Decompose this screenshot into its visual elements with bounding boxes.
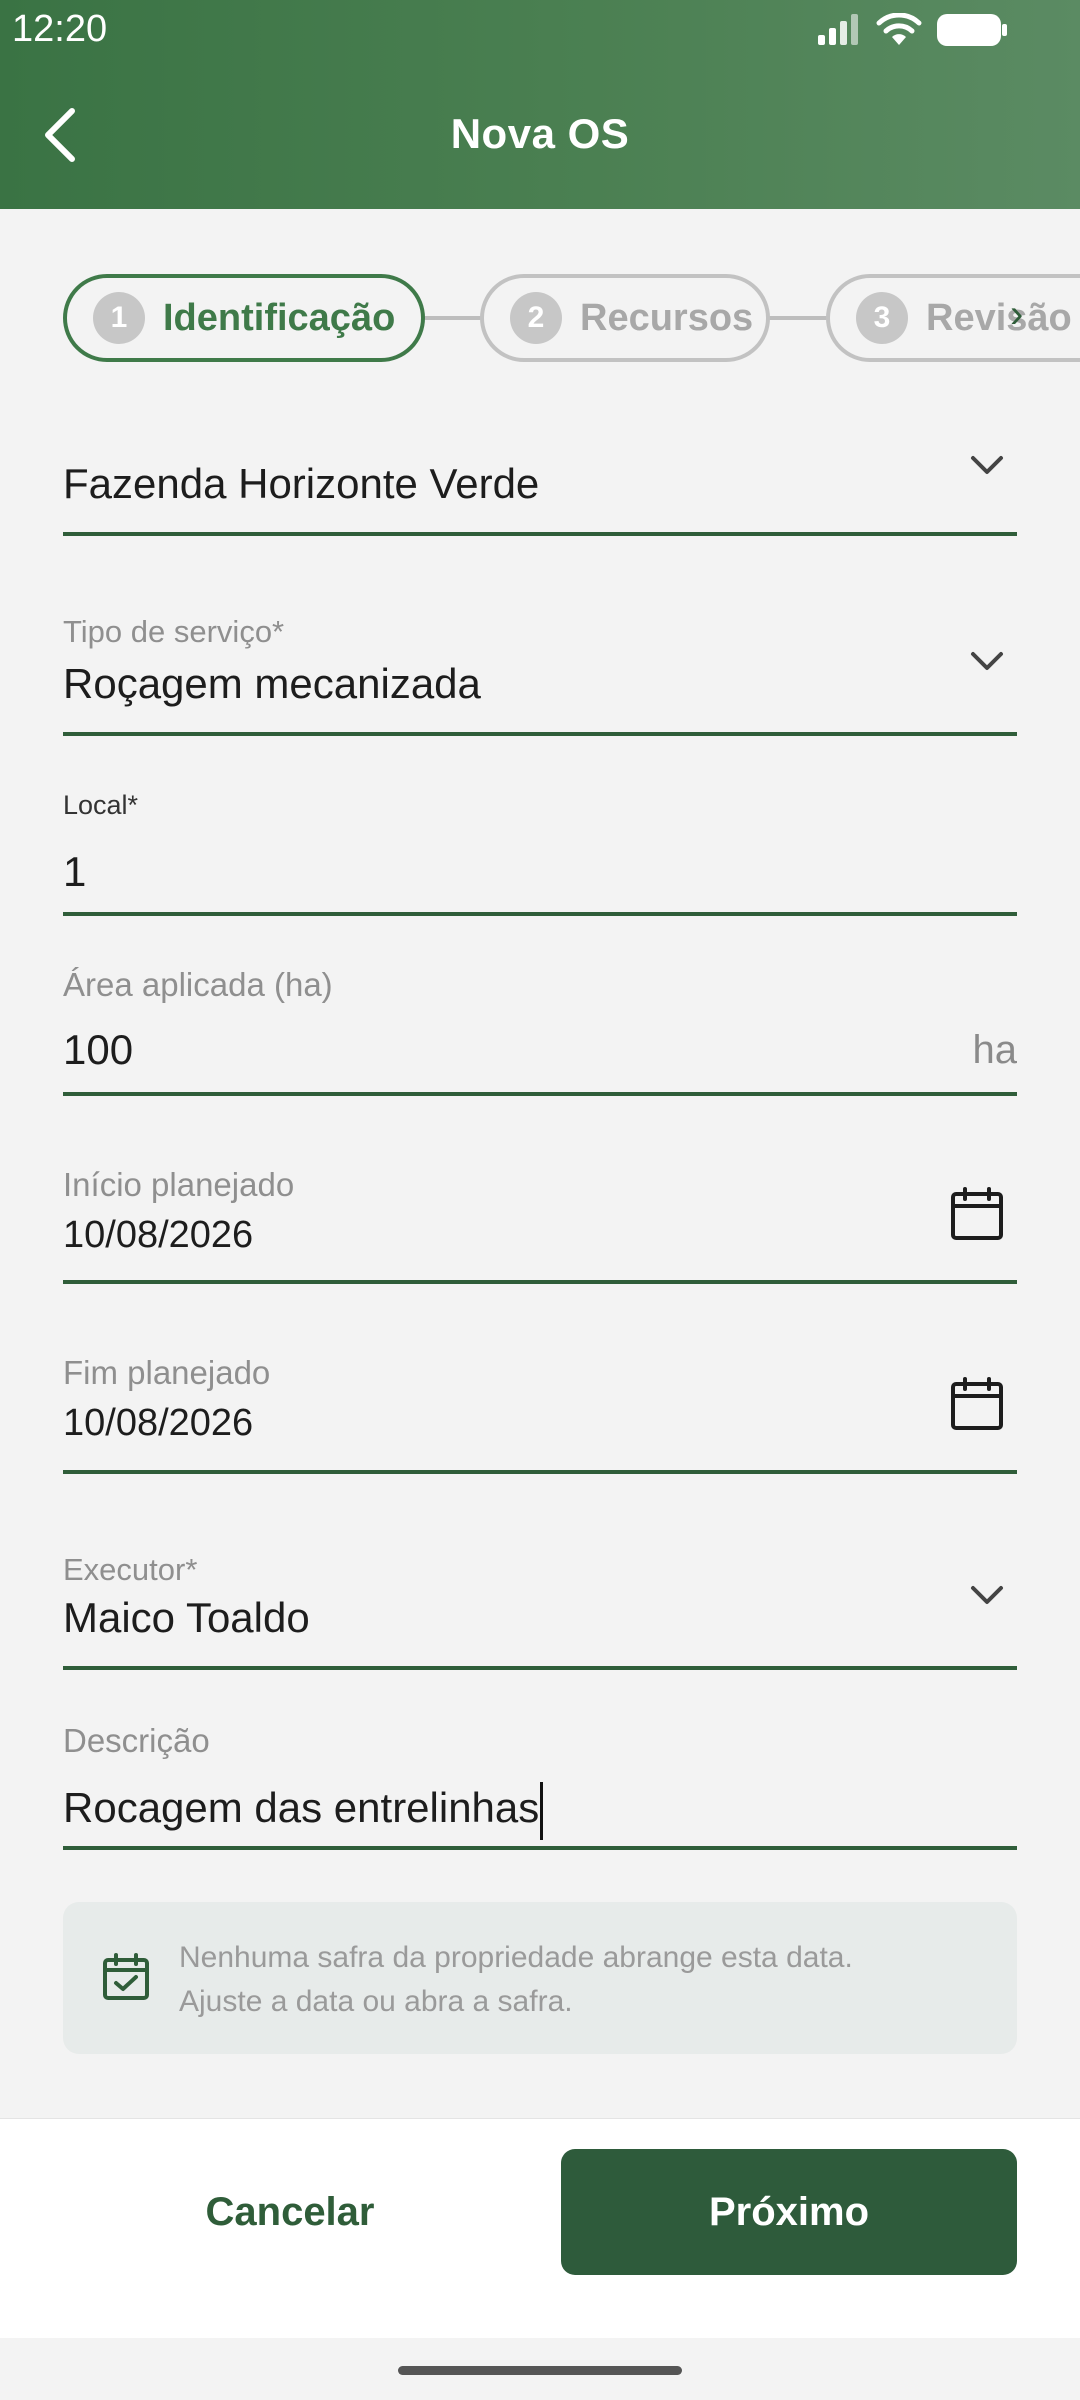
local-field[interactable]: Local* 1 [63,776,1017,916]
fim-label: Fim planejado [63,1354,271,1391]
local-label: Local* [63,790,139,820]
inicio-date-field[interactable]: Início planejado 10/08/2026 [63,1160,1017,1284]
warning-line-2: Ajuste a data ou abra a safra. [179,1985,573,2018]
step-label: Identificação [163,296,396,339]
chevron-down-icon [971,652,1003,670]
wifi-icon [876,13,922,45]
page-title: Nova OS [450,110,630,157]
status-icons [816,12,1008,48]
step-label: Revisão [926,296,1072,339]
home-indicator[interactable] [398,2366,682,2375]
footer-actions: Cancelar Próximo [0,2118,1080,2338]
step-number: 3 [856,292,908,344]
descricao-field[interactable]: Descrição Rocagem das entrelinhas [63,1722,1017,1850]
step-connector [420,316,482,320]
status-time: 12:20 [12,8,108,50]
area-unit: ha [972,1028,1018,1072]
chevron-down-icon [971,456,1003,474]
safra-warning-box: Nenhuma safra da propriedade abrange est… [63,1902,1017,2054]
tipo-servico-select[interactable]: Tipo de serviço* Roçagem mecanizada [63,600,1017,736]
app-bar: 12:20 Nova OS [0,0,1080,209]
fim-value: 10/08/2026 [63,1402,254,1444]
inicio-label: Início planejado [63,1166,295,1203]
tipo-servico-label: Tipo de serviço* [63,614,285,649]
fim-date-field[interactable]: Fim planejado 10/08/2026 [63,1350,1017,1474]
chevron-down-icon [971,1586,1003,1604]
area-value: 100 [63,1026,134,1073]
chevron-right-icon[interactable]: › [1010,292,1023,337]
warning-text: Nenhuma safra da propriedade abrange est… [179,1936,999,2024]
text-cursor [540,1782,544,1840]
stepper: 1 Identificação 2 Recursos 3 Revisão › [0,270,1080,366]
step-number: 1 [93,292,145,344]
executor-label: Executor* [63,1552,198,1587]
area-field[interactable]: Área aplicada (ha) 100 ha [63,956,1017,1096]
descricao-input-line: Rocagem das entrelinhas [63,1782,544,1840]
battery-icon [937,14,1007,46]
step-identificacao[interactable]: 1 Identificação [63,274,425,362]
area-label: Área aplicada (ha) [63,966,333,1003]
calendar-icon[interactable] [949,1376,1005,1432]
step-number: 2 [510,292,562,344]
next-button[interactable]: Próximo [561,2149,1017,2275]
inicio-value: 10/08/2026 [63,1214,254,1256]
descricao-label: Descrição [63,1722,210,1759]
step-revisao[interactable]: 3 Revisão [826,274,1080,362]
executor-select[interactable]: Executor* Maico Toaldo [63,1548,1017,1670]
signal-icon [818,14,858,45]
cancel-button[interactable]: Cancelar [90,2149,490,2275]
descricao-value: Rocagem das entrelinhas [63,1784,540,1832]
executor-value: Maico Toaldo [63,1594,310,1641]
calendar-check-icon [103,1953,149,2000]
propriedade-select[interactable]: Fazenda Horizonte Verde [63,410,1017,536]
tipo-servico-value: Roçagem mecanizada [63,660,481,707]
calendar-icon[interactable] [949,1186,1005,1242]
local-value: 1 [63,848,87,895]
step-label: Recursos [580,296,754,339]
step-connector [768,316,830,320]
warning-line-1: Nenhuma safra da propriedade abrange est… [179,1941,853,1974]
propriedade-value: Fazenda Horizonte Verde [63,460,540,507]
step-recursos[interactable]: 2 Recursos [480,274,770,362]
